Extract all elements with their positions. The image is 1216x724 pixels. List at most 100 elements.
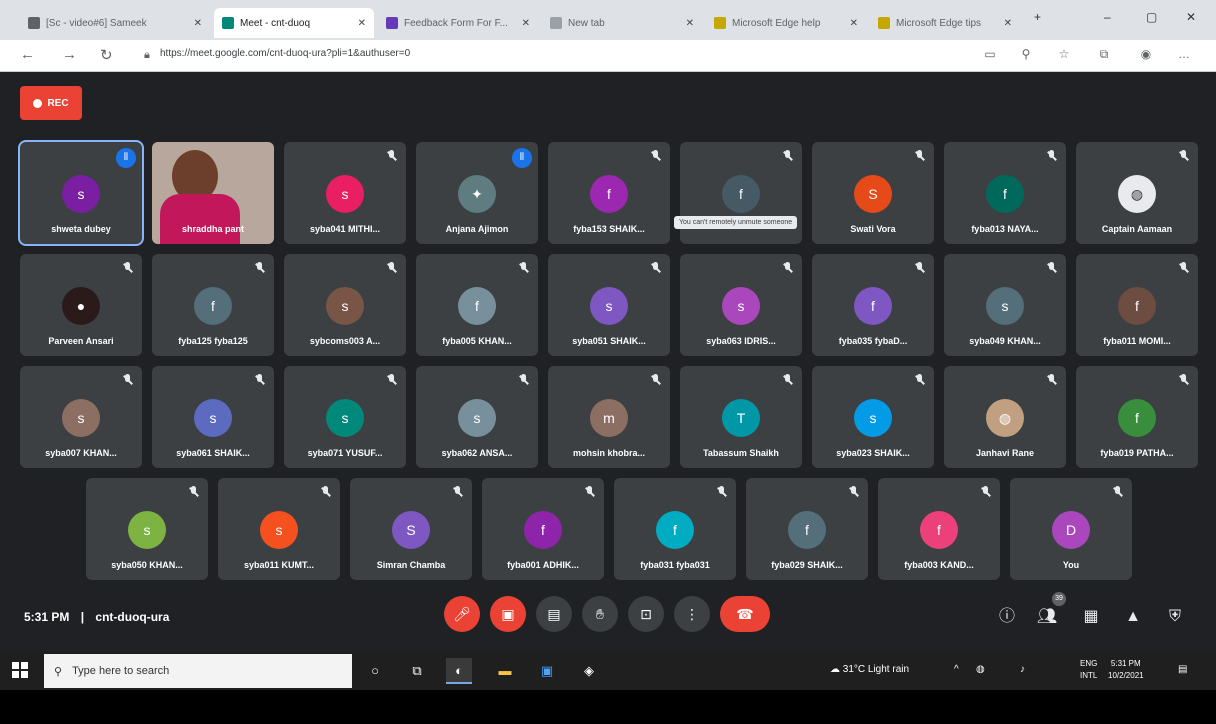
language-indicator[interactable]: ENG INTL: [1080, 658, 1097, 682]
participant-tile[interactable]: ● Parveen Ansari: [20, 254, 142, 356]
activities-icon[interactable]: ▲: [1122, 606, 1144, 628]
close-icon[interactable]: ✕: [358, 18, 366, 29]
edge-taskbar-icon[interactable]: ◐: [446, 658, 472, 684]
participant-tile[interactable]: s syba061 SHAIK...: [152, 366, 274, 468]
minimize-button[interactable]: –: [1104, 10, 1111, 24]
close-icon[interactable]: ✕: [850, 18, 858, 29]
participant-tile[interactable]: S Swati Vora: [812, 142, 934, 244]
close-window-button[interactable]: ✕: [1186, 10, 1196, 24]
participant-tile[interactable]: f fyba003 KAND...: [878, 478, 1000, 580]
show-hidden-icons[interactable]: ^: [954, 664, 959, 675]
participant-tile[interactable]: f fyba005 KHAN...: [416, 254, 538, 356]
system-clock[interactable]: 5:31 PM 10/2/2021: [1108, 658, 1144, 682]
participant-tile[interactable]: f fyba125 fyba125: [152, 254, 274, 356]
close-icon[interactable]: ✕: [194, 18, 202, 29]
browser-tab-active[interactable]: Meet - cnt-duoq ✕: [214, 8, 374, 38]
participant-tile[interactable]: s syba063 IDRIS...: [680, 254, 802, 356]
forward-icon[interactable]: →: [62, 46, 77, 63]
participant-tile[interactable]: T Tabassum Shaikh: [680, 366, 802, 468]
participant-tile[interactable]: f fyba011 MOMI...: [1076, 254, 1198, 356]
zoom-icon[interactable]: ⚲: [1018, 47, 1034, 63]
participant-tile[interactable]: s syba051 SHAIK...: [548, 254, 670, 356]
raise-hand-button[interactable]: ✋︎: [582, 596, 618, 632]
leave-call-button[interactable]: ☎︎: [720, 596, 770, 632]
refresh-icon[interactable]: ↻: [100, 46, 113, 64]
participant-tile[interactable]: f fyba153 SHAIK...: [548, 142, 670, 244]
tab-label: New tab: [568, 17, 605, 29]
browser-tab[interactable]: [Sc - video#6] Sameek ✕: [20, 8, 210, 38]
people-icon[interactable]: 👥︎: [1036, 606, 1058, 628]
tab-label: Meet - cnt-duoq: [240, 17, 311, 29]
close-icon[interactable]: ✕: [686, 18, 694, 29]
store-icon[interactable]: ▣: [534, 658, 560, 684]
mic-muted-icon: [122, 374, 134, 386]
network-icon[interactable]: ◍: [976, 664, 985, 675]
profile-icon[interactable]: ◉: [1138, 47, 1154, 63]
participant-tile[interactable]: ✦ ⦀ Anjana Ajimon: [416, 142, 538, 244]
close-icon[interactable]: ✕: [522, 18, 530, 29]
participant-tile[interactable]: s syba050 KHAN...: [86, 478, 208, 580]
participant-tile[interactable]: s sybcoms003 A...: [284, 254, 406, 356]
windows-start-icon[interactable]: [12, 662, 28, 678]
participant-tile[interactable]: D You: [1010, 478, 1132, 580]
weather-widget[interactable]: ☁︎ 31°C Light rain: [830, 664, 909, 675]
participant-tile[interactable]: f fyba001 ADHIK...: [482, 478, 604, 580]
participant-tile[interactable]: ◍ Janhavi Rane: [944, 366, 1066, 468]
collections-icon[interactable]: ⧉: [1096, 47, 1112, 63]
participant-tile[interactable]: s ⦀ shweta dubey: [18, 140, 144, 246]
volume-icon[interactable]: ♪: [1020, 664, 1025, 675]
participant-name: fyba035 fybaD...: [838, 336, 908, 346]
new-tab-button[interactable]: +: [1034, 10, 1041, 24]
participant-tile[interactable]: s syba007 KHAN...: [20, 366, 142, 468]
close-icon[interactable]: ✕: [1004, 18, 1012, 29]
host-controls-icon[interactable]: ⛨: [1164, 606, 1186, 628]
participant-tile[interactable]: s syba023 SHAIK...: [812, 366, 934, 468]
favorite-star-icon[interactable]: ☆: [1056, 47, 1072, 63]
participant-avatar: f: [986, 175, 1024, 213]
mic-off-button[interactable]: 🎤︎: [444, 596, 480, 632]
browser-tab[interactable]: Feedback Form For F... ✕: [378, 8, 538, 38]
back-icon[interactable]: ←: [20, 46, 35, 63]
region-label: INTL: [1080, 671, 1098, 680]
browser-tab[interactable]: Microsoft Edge help ✕: [706, 8, 866, 38]
participant-tile[interactable]: shraddha pant: [152, 142, 274, 244]
task-view-icon[interactable]: ⧉: [404, 658, 430, 684]
participant-tile[interactable]: f fyba031 fyba031: [614, 478, 736, 580]
reader-icon[interactable]: ▭: [982, 47, 998, 63]
recording-badge[interactable]: REC: [20, 86, 82, 120]
browser-tab[interactable]: Microsoft Edge tips ✕: [870, 8, 1020, 38]
participant-tile[interactable]: f fyba013 NAYA...: [944, 142, 1066, 244]
participant-tile[interactable]: f fyba029 SHAIK...: [746, 478, 868, 580]
participant-tile[interactable]: s syba062 ANSA...: [416, 366, 538, 468]
more-menu-icon[interactable]: …: [1176, 47, 1192, 63]
browser-tab[interactable]: New tab ✕: [542, 8, 702, 38]
mic-muted-icon: [914, 150, 926, 162]
cloud-icon: ☁︎: [830, 664, 840, 675]
participant-tile[interactable]: f fyba019 PATHA...: [1076, 366, 1198, 468]
participant-tile[interactable]: S Simran Chamba: [350, 478, 472, 580]
participant-tile[interactable]: s syba049 KHAN...: [944, 254, 1066, 356]
camera-off-button[interactable]: ▣: [490, 596, 526, 632]
notifications-icon[interactable]: ▤: [1178, 664, 1187, 675]
participant-tile[interactable]: s syba011 KUMT...: [218, 478, 340, 580]
mic-muted-icon: [1046, 374, 1058, 386]
participant-tile[interactable]: m mohsin khobra...: [548, 366, 670, 468]
cortana-icon[interactable]: ○: [362, 658, 388, 684]
participant-tile[interactable]: s syba071 YUSUF...: [284, 366, 406, 468]
chat-icon[interactable]: ▦: [1080, 606, 1102, 628]
participant-tile[interactable]: s syba041 MITHI...: [284, 142, 406, 244]
url-field[interactable]: https://meet.google.com/cnt-duoq-ura?pli…: [160, 48, 920, 66]
captions-button[interactable]: ▤: [536, 596, 572, 632]
present-screen-button[interactable]: ⊡: [628, 596, 664, 632]
maximize-button[interactable]: ▢: [1146, 10, 1157, 24]
participant-name: Tabassum Shaikh: [703, 448, 779, 458]
taskbar-search[interactable]: ⚲ Type here to search: [44, 654, 352, 688]
participant-tile[interactable]: f fyba035 fybaD...: [812, 254, 934, 356]
browser-tab-strip: [Sc - video#6] Sameek ✕ Meet - cnt-duoq …: [0, 0, 1216, 40]
more-options-button[interactable]: ⋮: [674, 596, 710, 632]
participant-tile[interactable]: f You can't remotely unmute someone: [674, 142, 802, 244]
participant-tile[interactable]: ◍ Captain Aamaan: [1076, 142, 1198, 244]
meeting-details-icon[interactable]: ⓘ: [996, 606, 1018, 628]
file-explorer-icon[interactable]: ▬: [492, 658, 518, 684]
teams-icon[interactable]: ◈: [576, 658, 602, 684]
